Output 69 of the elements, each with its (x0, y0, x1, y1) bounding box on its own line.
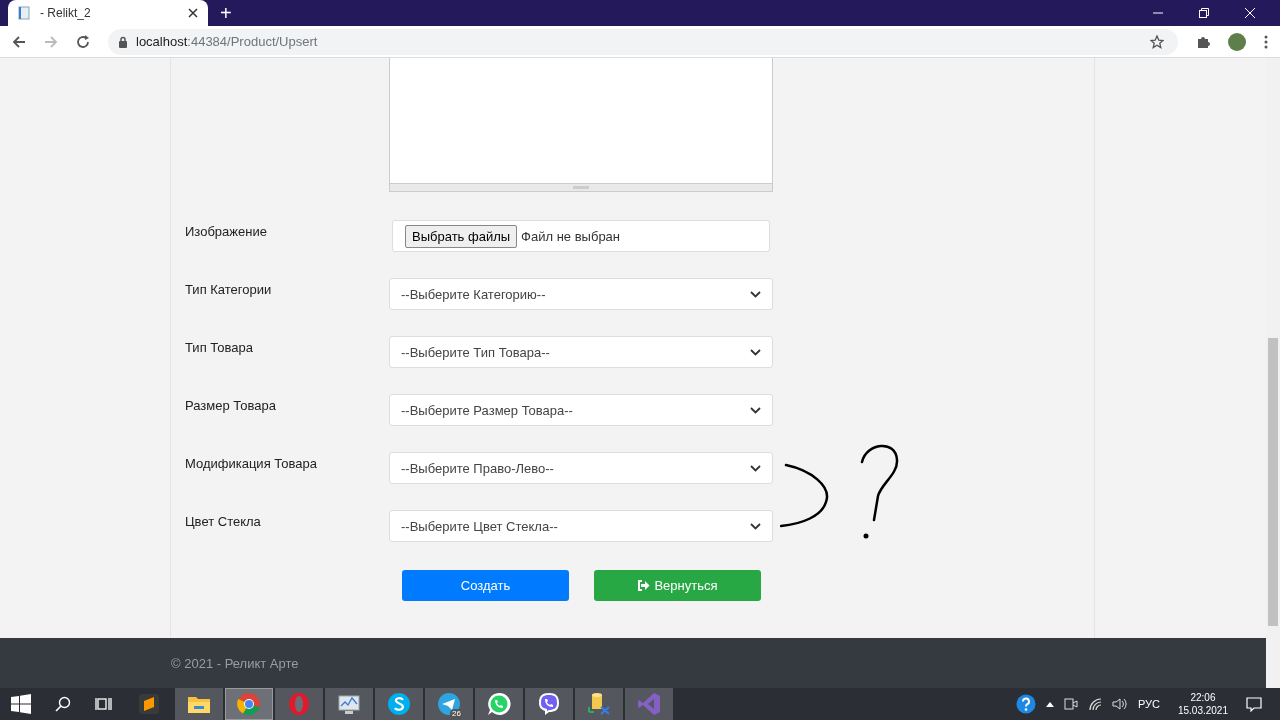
cylinder-icon (587, 692, 611, 716)
taskbar-app-button[interactable] (325, 688, 373, 720)
notification-badge: 26 (450, 709, 463, 718)
resize-handle[interactable] (390, 183, 772, 191)
taskbar-app-button[interactable] (575, 688, 623, 720)
select-field[interactable]: --Выберите Право-Лево-- (389, 452, 773, 484)
phone-bubble-icon (537, 692, 561, 716)
tab-title: - Relikt_2 (40, 6, 92, 20)
field-label: Цвет Стекла (185, 513, 262, 531)
speaker-icon[interactable] (1111, 697, 1128, 711)
select-field[interactable]: --Выберите Тип Товара-- (389, 336, 773, 368)
chevron-down-icon (750, 522, 761, 530)
choose-file-button[interactable]: Выбрать файлы (405, 224, 518, 248)
file-field[interactable]: Выбрать файлы Файл не выбран (392, 220, 770, 252)
exit-arrow-icon (637, 580, 651, 591)
copyright-text: © 2021 - Реликт Арте (171, 655, 299, 671)
taskbar-app-button[interactable]: 26 (425, 688, 473, 720)
paper-plane-icon (437, 692, 461, 716)
avatar[interactable] (1228, 32, 1246, 51)
taskbar-app-button[interactable] (375, 688, 423, 720)
search-icon[interactable] (55, 696, 71, 712)
textarea-field[interactable] (389, 58, 773, 192)
chevron-down-icon (750, 290, 761, 298)
wifi-icon[interactable] (1087, 697, 1102, 711)
field-label: Модификация Товара (185, 455, 318, 473)
browser-tab[interactable]: - Relikt_2 (8, 0, 208, 26)
lock-icon (118, 35, 128, 48)
file-status-text: Файл не выбран (521, 228, 621, 244)
star-icon[interactable] (1150, 34, 1164, 49)
puzzle-icon[interactable] (1196, 34, 1210, 49)
language-indicator[interactable]: РУС (1137, 698, 1160, 710)
monitor-icon (337, 692, 361, 716)
help-icon[interactable] (1015, 694, 1036, 714)
task-view-icon[interactable] (95, 696, 113, 712)
address-bar[interactable]: localhost:44384/Product/Upsert (108, 28, 1178, 55)
field-label: Тип Категории (185, 281, 273, 299)
back-arrow-icon[interactable] (12, 34, 26, 49)
url-text: localhost:44384/Product/Upsert (136, 34, 318, 49)
maximize-icon[interactable] (1198, 7, 1210, 19)
close-icon[interactable] (188, 8, 198, 18)
chevron-down-icon (750, 348, 761, 356)
meet-icon[interactable] (1063, 697, 1078, 711)
field-label: Изображение (185, 223, 268, 241)
phone-bubble-icon (487, 692, 511, 716)
ribbon-icon (637, 692, 661, 716)
select-field[interactable]: --Выберите Категорию-- (389, 278, 773, 310)
notification-icon[interactable] (1246, 696, 1262, 712)
taskbar-app-button[interactable] (475, 688, 523, 720)
clock[interactable]: 22:06 15.03.2021 (1177, 691, 1228, 717)
taskbar-app-button[interactable] (175, 688, 223, 720)
field-label: Размер Товара (185, 397, 277, 415)
new-tab-button[interactable]: + (220, 0, 232, 26)
page-icon (18, 6, 30, 20)
field-label: Тип Товара (185, 339, 254, 357)
windows-logo-icon[interactable] (11, 694, 31, 714)
more-menu-icon[interactable] (1264, 34, 1268, 49)
chevron-down-icon (750, 406, 761, 414)
taskbar-app-button[interactable] (525, 688, 573, 720)
select-field[interactable]: --Выберите Цвет Стекла-- (389, 510, 773, 542)
chevron-down-icon (750, 464, 761, 472)
create-button[interactable]: Создать (402, 570, 569, 601)
select-field[interactable]: --Выберите Размер Товара-- (389, 394, 773, 426)
ring-icon (287, 692, 311, 716)
caret-up-icon[interactable] (1045, 701, 1054, 707)
scrollbar-thumb[interactable] (1268, 338, 1278, 626)
scrollbar[interactable] (1266, 58, 1280, 688)
s-circle-icon (387, 692, 411, 716)
reload-icon[interactable] (76, 34, 90, 49)
tricolor-circle-icon (237, 692, 261, 716)
